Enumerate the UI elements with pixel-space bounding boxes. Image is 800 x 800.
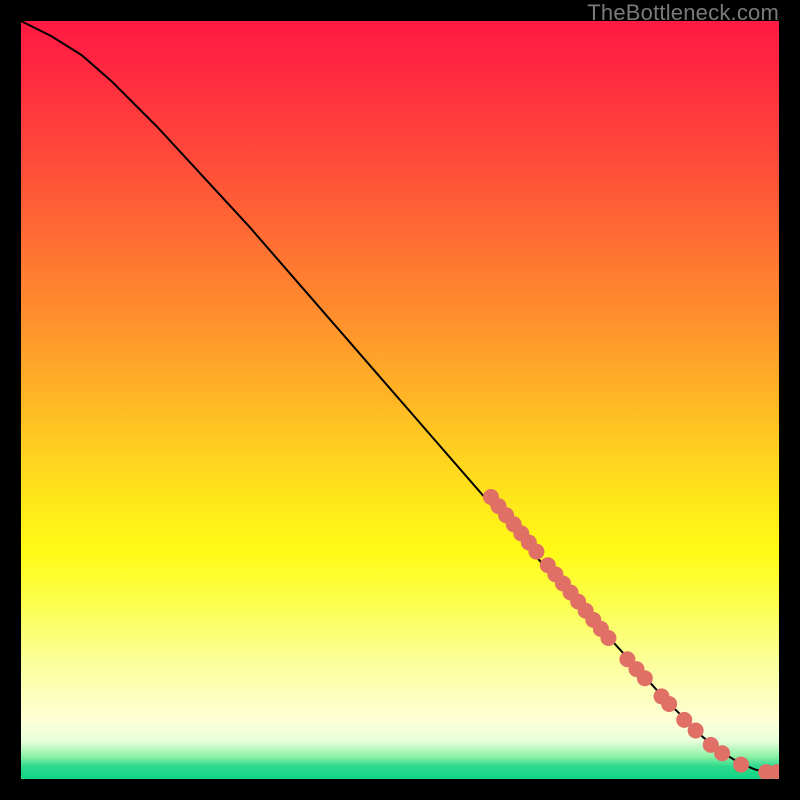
data-point — [483, 489, 499, 505]
data-point — [506, 516, 522, 532]
data-point — [563, 585, 579, 601]
data-point — [714, 745, 730, 761]
data-point — [513, 525, 529, 541]
data-point — [654, 688, 670, 704]
data-point — [555, 575, 571, 591]
data-point — [600, 630, 616, 646]
chart-frame: TheBottleneck.com — [0, 0, 800, 800]
data-points — [483, 489, 779, 779]
data-point — [676, 712, 692, 728]
data-point — [661, 696, 677, 712]
data-point — [498, 507, 514, 523]
data-point — [593, 621, 609, 637]
data-point — [491, 498, 507, 514]
data-point — [540, 557, 556, 573]
data-point — [769, 764, 779, 779]
data-point — [703, 737, 719, 753]
data-point — [758, 764, 774, 779]
data-point — [637, 670, 653, 686]
data-point — [547, 566, 563, 582]
data-point — [733, 757, 749, 773]
data-point — [570, 594, 586, 610]
data-point — [578, 603, 594, 619]
data-point — [521, 535, 537, 551]
bottleneck-curve — [21, 21, 779, 772]
data-point — [619, 651, 635, 667]
data-point — [688, 722, 704, 738]
plot-area — [21, 21, 779, 779]
data-point — [629, 661, 645, 677]
data-point — [528, 544, 544, 560]
data-point — [585, 612, 601, 628]
curve-layer — [21, 21, 779, 779]
